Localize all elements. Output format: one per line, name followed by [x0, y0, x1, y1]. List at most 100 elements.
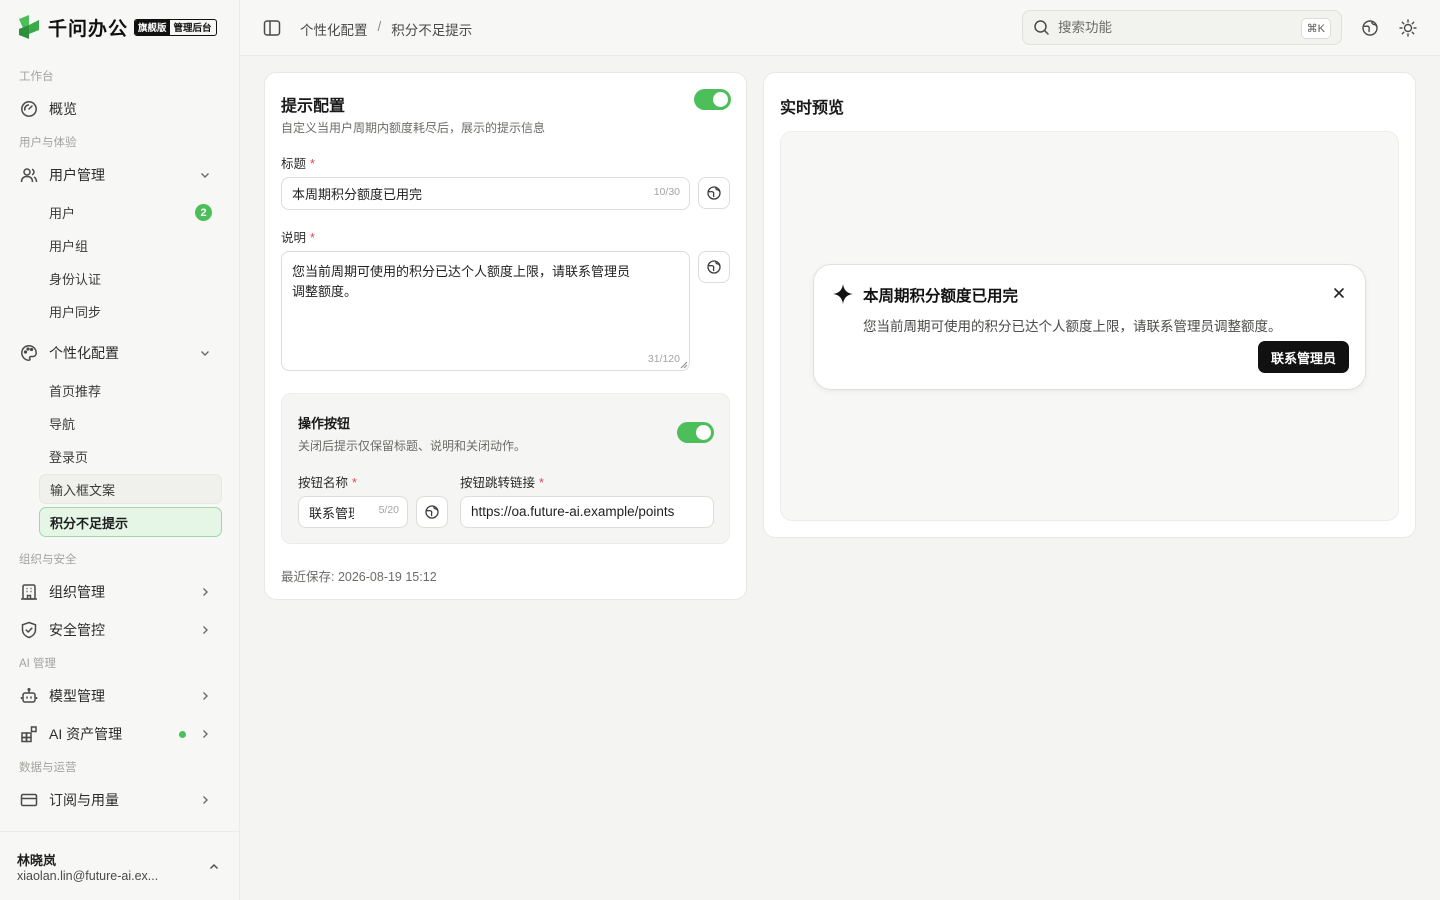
sidebar-item-login-page[interactable]: 登录页 — [39, 441, 222, 471]
section-workbench: 工作台 — [19, 71, 54, 83]
button-name-translate-button[interactable] — [416, 496, 448, 528]
sidebar-item-navigation-label: 导航 — [49, 416, 76, 432]
desc-field[interactable]: 您当前周期可使用的积分已达个人额度上限，请联系管理员调整额度。 31/120 — [281, 251, 690, 371]
title-char-count: 10/30 — [653, 186, 680, 198]
sparkle-icon — [833, 284, 853, 304]
desc-textarea[interactable]: 您当前周期可使用的积分已达个人额度上限，请联系管理员调整额度。 — [292, 262, 637, 322]
button-name-char-count: 5/20 — [378, 504, 399, 516]
nav-overview-label: 概览 — [49, 101, 77, 117]
last-saved: 最近保存: 2026-08-19 15:12 — [281, 570, 437, 584]
button-link-field[interactable] — [460, 496, 714, 528]
bot-icon — [19, 686, 39, 706]
sidebar-item-users[interactable]: 用户 2 — [39, 197, 222, 227]
sun-icon[interactable] — [1398, 18, 1418, 38]
gauge-icon — [19, 99, 39, 119]
nav-security-label: 安全管控 — [49, 622, 105, 638]
breadcrumb-parent[interactable]: 个性化配置 — [300, 19, 368, 39]
title-label: 标题 * — [281, 157, 315, 171]
preview-area: 本周期积分额度已用完 您当前周期可使用的积分已达个人额度上限，请联系管理员调整额… — [780, 131, 1399, 521]
brand-name: 千问办公 — [48, 18, 129, 40]
preview-title: 实时预览 — [780, 100, 845, 117]
toast-title: 本周期积分额度已用完 — [863, 288, 1019, 305]
chevron-right-icon — [203, 588, 208, 596]
title-field[interactable]: 10/30 — [281, 177, 690, 210]
button-name-field[interactable]: 5/20 — [298, 496, 408, 528]
sidebar-item-navigation[interactable]: 导航 — [39, 408, 222, 438]
search-box[interactable]: ⌘K — [1022, 10, 1342, 45]
topbar: 个性化配置 / 积分不足提示 ⌘K — [240, 0, 1440, 56]
desc-char-count: 31/120 — [647, 353, 680, 365]
credit-card-icon — [19, 790, 39, 810]
search-icon — [1034, 20, 1049, 35]
section-users: 用户与体验 — [19, 137, 77, 149]
config-enabled-toggle[interactable] — [694, 89, 731, 110]
sidebar-item-users-label: 用户 — [49, 205, 76, 221]
sidebar-item-input-copy[interactable]: 输入框文案 — [39, 474, 222, 504]
sidebar-item-user-sync[interactable]: 用户同步 — [39, 296, 222, 326]
nav-subscription-label: 订阅与用量 — [49, 792, 119, 808]
nav-user-management[interactable]: 用户管理 — [10, 159, 226, 191]
title-input[interactable] — [292, 186, 632, 201]
action-enabled-toggle[interactable] — [677, 422, 714, 443]
chevron-right-icon — [203, 730, 208, 738]
nav-subscription[interactable]: 订阅与用量 — [10, 784, 226, 816]
desc-translate-button[interactable] — [698, 251, 730, 283]
badge-admin: 管理后台 — [173, 23, 212, 34]
sidebar-item-user-groups[interactable]: 用户组 — [39, 230, 222, 260]
chevron-up-icon — [210, 864, 218, 869]
nav-overview[interactable]: 概览 — [10, 93, 226, 125]
preview-card: 实时预览 本周期积分额度已用完 您当前周期可使用的积分已达个人额度上限，请联系管… — [763, 72, 1416, 538]
user-name: 林晓岚 — [17, 853, 57, 868]
nav-org-management[interactable]: 组织管理 — [10, 576, 226, 608]
title-translate-button[interactable] — [698, 177, 730, 209]
chevron-right-icon — [203, 626, 208, 634]
sidebar-item-identity-auth-label: 身份认证 — [49, 271, 102, 287]
button-name-input[interactable] — [309, 505, 354, 520]
chevron-down-icon — [201, 173, 209, 178]
sidebar-item-points-insufficient[interactable]: 积分不足提示 — [39, 507, 222, 537]
button-link-input[interactable] — [471, 504, 707, 519]
status-dot — [179, 731, 186, 738]
action-button-section: 操作按钮 关闭后提示仅保留标题、说明和关闭动作。 按钮名称* 5/20 按钮跳转… — [281, 393, 730, 544]
button-link-label: 按钮跳转链接 * — [460, 476, 544, 490]
sidebar-item-home-recommend[interactable]: 首页推荐 — [39, 375, 222, 405]
nav-security[interactable]: 安全管控 — [10, 614, 226, 646]
contact-admin-button[interactable]: 联系管理员 — [1257, 341, 1349, 373]
language-globe-icon[interactable] — [1360, 18, 1380, 38]
building-icon — [19, 582, 39, 602]
user-email: xiaolan.lin@future-ai.ex... — [17, 869, 159, 883]
search-input[interactable] — [1058, 20, 1288, 35]
toast-description: 您当前周期可使用的积分已达个人额度上限，请联系管理员调整额度。 — [863, 319, 1282, 334]
sidebar: 千问办公 旗舰版 管理后台 工作台 概览 用户与体验 用户管理 用户 2 用户组… — [0, 0, 240, 900]
sidebar-item-points-insufficient-label: 积分不足提示 — [50, 515, 129, 531]
section-ai: AI 管理 — [19, 658, 57, 670]
action-description: 关闭后提示仅保留标题、说明和关闭动作。 — [298, 439, 527, 453]
section-org: 组织与安全 — [19, 554, 77, 566]
user-profile[interactable]: 林晓岚 xiaolan.lin@future-ai.ex... — [0, 831, 239, 900]
nav-ai-assets[interactable]: AI 资产管理 — [10, 718, 226, 750]
brand-badge: 旗舰版 管理后台 — [134, 18, 217, 36]
sidebar-item-home-recommend-label: 首页推荐 — [49, 383, 102, 399]
palette-icon — [19, 343, 39, 363]
sidebar-item-user-sync-label: 用户同步 — [49, 304, 102, 320]
sidebar-toggle-icon[interactable] — [262, 18, 282, 38]
nav-personalization[interactable]: 个性化配置 — [10, 337, 226, 369]
nav-model-management-label: 模型管理 — [49, 688, 105, 704]
breadcrumb: 个性化配置 / 积分不足提示 — [300, 19, 472, 39]
close-icon[interactable] — [1331, 285, 1347, 301]
action-title: 操作按钮 — [298, 416, 351, 431]
resize-handle-icon[interactable] — [680, 361, 688, 369]
config-card: 提示配置 自定义当用户周期内额度耗尽后，展示的提示信息 标题* 10/30 说明… — [264, 72, 747, 600]
points-toast: 本周期积分额度已用完 您当前周期可使用的积分已达个人额度上限，请联系管理员调整额… — [813, 264, 1366, 390]
users-count-badge: 2 — [195, 204, 212, 221]
globe-icon — [707, 186, 721, 200]
sidebar-item-identity-auth[interactable]: 身份认证 — [39, 263, 222, 293]
shield-check-icon — [19, 620, 39, 640]
globe-icon — [425, 505, 439, 519]
nav-model-management[interactable]: 模型管理 — [10, 680, 226, 712]
badge-edition: 旗舰版 — [135, 19, 170, 35]
nav-ai-assets-label: AI 资产管理 — [49, 726, 123, 742]
brand-logo[interactable]: 千问办公 旗舰版 管理后台 — [16, 13, 217, 41]
config-description: 自定义当用户周期内额度耗尽后，展示的提示信息 — [281, 121, 546, 135]
logo-mark-icon — [19, 15, 39, 39]
